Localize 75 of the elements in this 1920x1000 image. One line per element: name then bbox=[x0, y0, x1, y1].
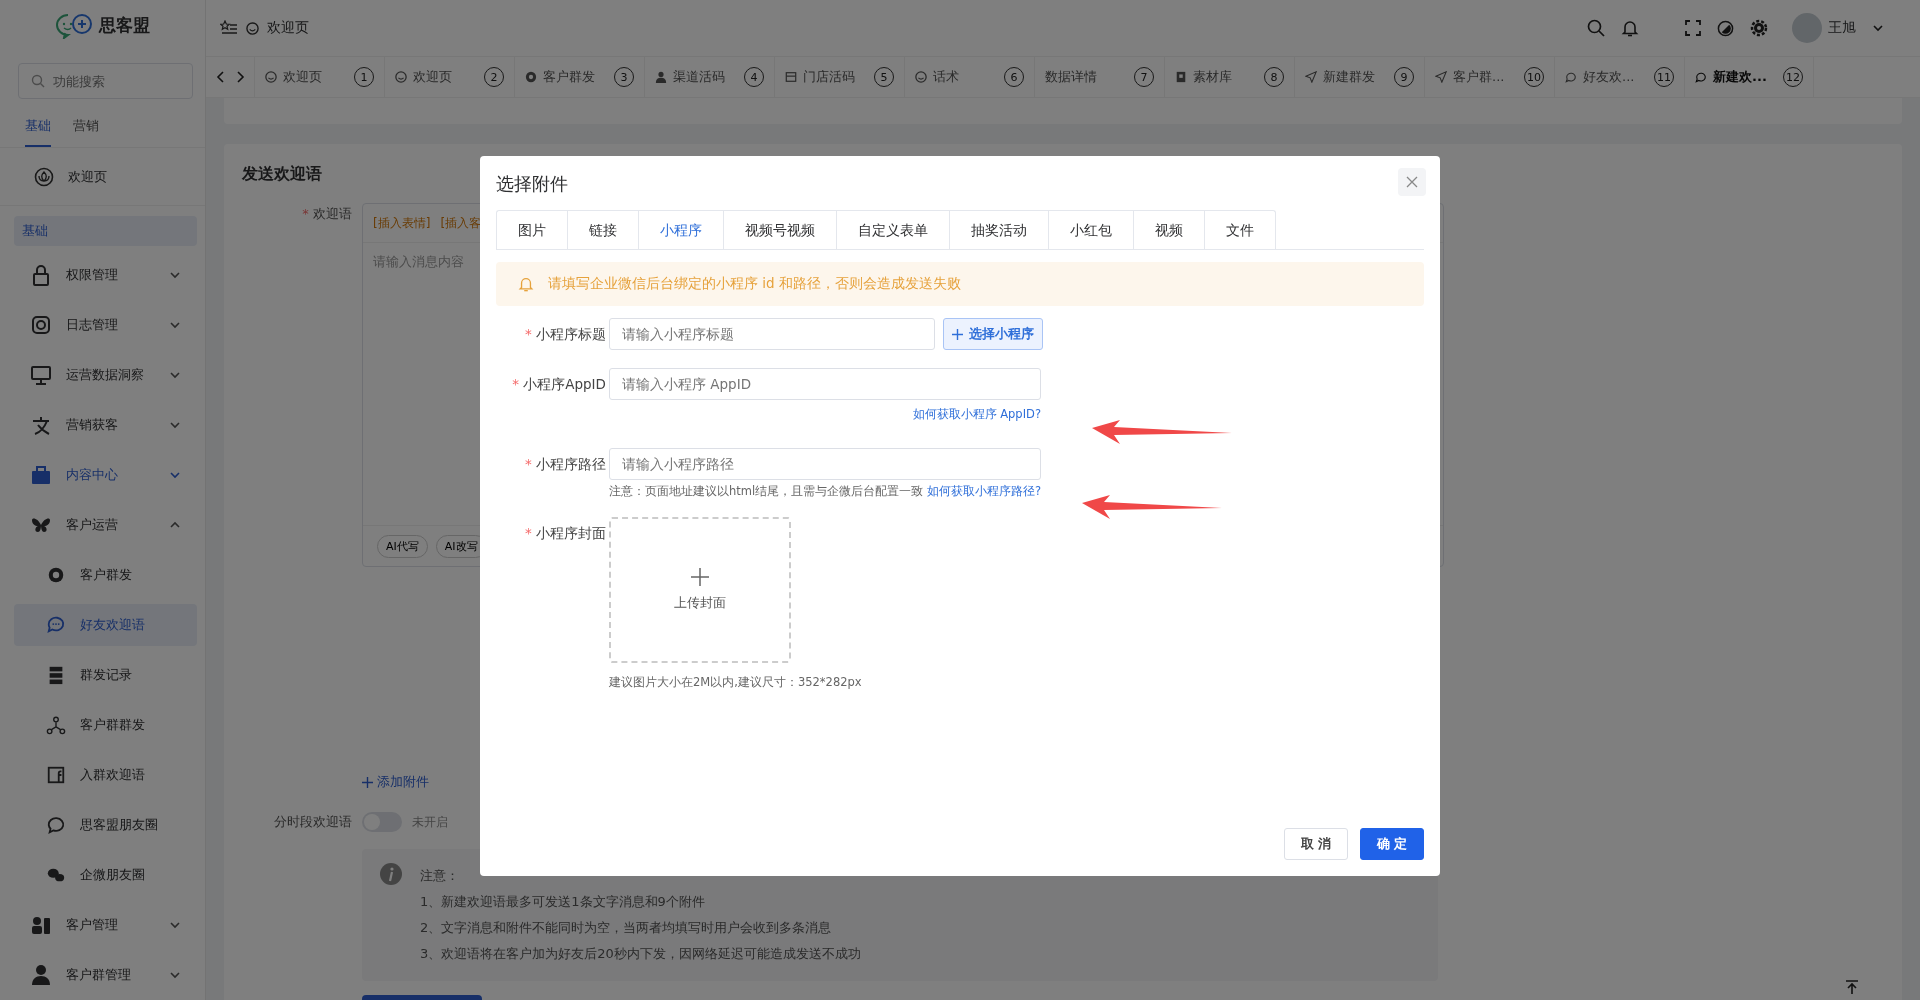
sidebar-tab[interactable]: 基础 bbox=[25, 117, 51, 148]
menu-group[interactable]: 权限管理 bbox=[0, 250, 205, 300]
menu-group[interactable]: 运营数据洞察 bbox=[0, 350, 205, 400]
upload-area[interactable]: 上传封面 bbox=[609, 517, 791, 663]
ai-button[interactable]: AI代写 bbox=[377, 534, 428, 558]
help-link[interactable]: 如何获取小程序 AppID? bbox=[912, 407, 1041, 422]
notice-line: 2、文字消息和附件不能同时为空，当两者均填写时用户会收到多条消息 bbox=[420, 919, 833, 937]
sidebar-item[interactable]: 欢迎页 bbox=[0, 148, 205, 206]
page-tab[interactable]: 欢迎页 2 bbox=[384, 57, 514, 97]
notice-line: 3、欢迎语将在客户加为好友后20秒内下发，因网络延迟可能造成发送不成功 bbox=[420, 945, 861, 963]
attachment-tab[interactable]: 小红包 bbox=[1048, 210, 1133, 249]
field-label: 小程序标题 bbox=[536, 326, 606, 342]
attachment-tab[interactable]: 自定义表单 bbox=[836, 210, 949, 249]
menu-group[interactable]: 日志管理 bbox=[0, 300, 205, 350]
attachment-tab[interactable]: 文件 bbox=[1204, 210, 1276, 249]
breadcrumb: 欢迎页 bbox=[267, 19, 309, 37]
confirm-button[interactable]: 确 定 bbox=[1360, 828, 1424, 860]
section-title: 发送欢迎语 bbox=[242, 164, 322, 185]
select-button[interactable]: 选择小程序 bbox=[943, 318, 1043, 350]
attachment-tab[interactable]: 视频 bbox=[1133, 210, 1204, 249]
alert-text: 请填写企业微信后台绑定的小程序 id 和路径，否则会造成发送失败 bbox=[548, 275, 961, 293]
attachment-tab[interactable]: 视频号视频 bbox=[723, 210, 836, 249]
sidebar-item[interactable]: 入群欢迎语 bbox=[14, 754, 197, 796]
field-label: 分时段欢迎语 bbox=[273, 813, 353, 831]
field-label: 欢迎语 bbox=[313, 206, 352, 221]
required-mark: * bbox=[524, 456, 532, 472]
sidebar-item[interactable]: 客户群发 bbox=[14, 554, 197, 596]
sidebar-item[interactable]: 好友欢迎语 bbox=[14, 604, 197, 646]
field-label: 小程序路径 bbox=[536, 456, 606, 472]
menu-group[interactable]: 内容中心 bbox=[0, 450, 205, 500]
page-tab[interactable]: 素材库 8 bbox=[1164, 57, 1294, 97]
page-tab[interactable]: 话术 6 bbox=[904, 57, 1034, 97]
insert-link[interactable]: [插入客 bbox=[440, 214, 482, 232]
field-note: 注意：页面地址建议以html结尾，且需与企微后台配置一致 bbox=[609, 484, 924, 499]
page-tab[interactable]: 新建群发 9 bbox=[1294, 57, 1424, 97]
page-tab[interactable]: 渠道活码 4 bbox=[644, 57, 774, 97]
page-tab[interactable]: 新建欢... 12 bbox=[1684, 57, 1814, 97]
dialog-title: 选择附件 bbox=[496, 172, 568, 196]
text-input[interactable]: 请输入小程序标题 bbox=[609, 318, 935, 350]
field-label: 小程序封面 bbox=[536, 525, 606, 541]
upload-hint: 建议图片大小在2M以内,建议尺寸：352*282px bbox=[609, 675, 862, 690]
menu-group[interactable]: 营销获客 bbox=[0, 400, 205, 450]
page-tab[interactable]: 客户群... 10 bbox=[1424, 57, 1554, 97]
section-header: 基础 bbox=[14, 216, 197, 246]
add-attachment-link[interactable]: 添加附件 bbox=[362, 773, 429, 791]
required-mark: * bbox=[302, 206, 309, 221]
sidebar-item[interactable]: 客户群群发 bbox=[14, 704, 197, 746]
required-mark: * bbox=[512, 376, 519, 392]
cancel-button[interactable]: 取 消 bbox=[1284, 828, 1348, 860]
search-field[interactable]: 功能搜索 bbox=[18, 63, 193, 100]
sidebar-tab[interactable]: 营销 bbox=[73, 117, 99, 148]
attachment-tab[interactable]: 小程序 bbox=[638, 210, 723, 249]
attachment-tab[interactable]: 图片 bbox=[496, 210, 567, 249]
required-mark: * bbox=[524, 326, 532, 342]
menu-group[interactable]: 客户管理 bbox=[0, 900, 205, 950]
menu-group[interactable]: 客户运营 bbox=[0, 500, 205, 550]
field-label: 小程序AppID bbox=[523, 376, 606, 392]
text-input[interactable]: 请输入小程序路径 bbox=[609, 448, 1041, 480]
page-tab[interactable]: 门店活码 5 bbox=[774, 57, 904, 97]
menu-group[interactable]: 客户群管理 bbox=[0, 950, 205, 1000]
insert-link[interactable]: [插入表情] bbox=[373, 214, 431, 232]
notice-title: 注意： bbox=[420, 867, 460, 885]
attachment-tab[interactable]: 抽奖活动 bbox=[949, 210, 1048, 249]
sidebar-item[interactable]: 企微朋友圈 bbox=[14, 854, 197, 896]
page-tab[interactable]: 数据详情 7 bbox=[1034, 57, 1164, 97]
help-link[interactable]: 如何获取小程序路径? bbox=[926, 484, 1041, 499]
required-mark: * bbox=[524, 525, 532, 541]
sidebar-item[interactable]: 群发记录 bbox=[14, 654, 197, 696]
sidebar-item[interactable]: 思客盟朋友圈 bbox=[14, 804, 197, 846]
page-tab[interactable]: 欢迎页 1 bbox=[254, 57, 384, 97]
user-name[interactable]: 王旭 bbox=[1828, 19, 1856, 37]
text-input[interactable]: 请输入小程序 AppID bbox=[609, 368, 1041, 400]
app-name: 思客盟 bbox=[99, 14, 150, 38]
page-tab[interactable]: 客户群发 3 bbox=[514, 57, 644, 97]
notice-line: 1、新建欢迎语最多可发送1条文字消息和9个附件 bbox=[420, 893, 706, 911]
